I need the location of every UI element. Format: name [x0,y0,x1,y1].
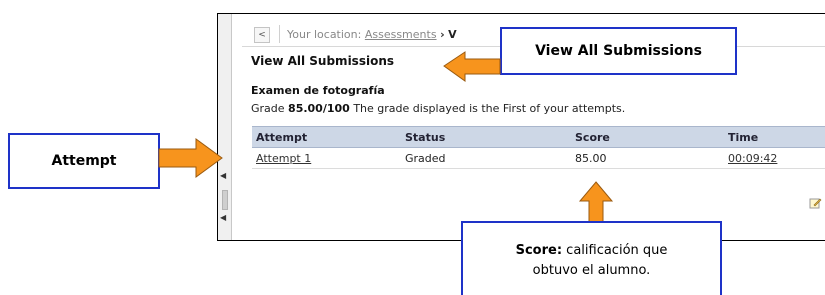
grade-label: Grade [251,102,285,115]
test-name: Examen de fotografía [251,84,385,97]
cell-time: 00:09:42 [724,147,825,169]
arrow-right-icon [158,138,223,178]
time-link[interactable]: 00:09:42 [728,152,777,165]
submissions-table: Attempt Status Score Time Attempt 1 Grad… [252,126,825,169]
arrow-left-icon [443,51,501,82]
breadcrumb-arrow: › [440,28,445,41]
edit-icon[interactable] [808,196,822,210]
callout-attempt: Attempt [8,133,160,189]
arrow-up-icon [578,181,614,223]
breadcrumb-current: V [448,28,457,41]
back-button[interactable]: < [254,27,270,43]
col-header-status[interactable]: Status [401,126,571,148]
side-grip-handle[interactable] [222,190,228,210]
grade-value: 85.00/100 [288,102,350,115]
breadcrumb-prefix: Your location: [287,28,362,41]
cell-score: 85.00 [571,147,724,169]
chevron-left-icon: < [258,30,266,40]
callout-view-all-text: View All Submissions [535,43,702,59]
cell-status: Graded [401,147,571,169]
table-row: Attempt 1 Graded 85.00 00:09:42 [252,147,825,169]
callout-view-all: View All Submissions [500,27,737,75]
callout-score: Score: calificación que obtuvo el alumno… [461,221,722,295]
cell-attempt: Attempt 1 [252,147,401,169]
table-header-row: Attempt Status Score Time [252,126,825,148]
grade-summary: Grade 85.00/100 The grade displayed is t… [251,102,625,115]
attempt-link[interactable]: Attempt 1 [256,152,311,165]
side-toolbar: ◀ ◀ [218,14,232,240]
callout-score-line1: Score: calificación que [516,241,668,261]
callout-score-label: Score: [515,243,563,258]
page-title: View All Submissions [251,54,395,68]
callout-score-desc2: obtuvo el alumno. [532,263,651,278]
breadcrumb-text: Your location: Assessments › V [287,28,457,41]
col-header-time[interactable]: Time [724,126,825,148]
col-header-score[interactable]: Score [571,126,724,148]
grade-note: The grade displayed is the First of your… [353,102,626,115]
breadcrumb-link-assessments[interactable]: Assessments [365,28,437,41]
breadcrumb-divider [279,25,280,43]
col-header-attempt[interactable]: Attempt [252,126,401,148]
callout-score-desc1: calificación que [566,243,668,258]
callout-attempt-text: Attempt [51,153,117,169]
collapse-left-icon-2[interactable]: ◀ [220,214,226,222]
